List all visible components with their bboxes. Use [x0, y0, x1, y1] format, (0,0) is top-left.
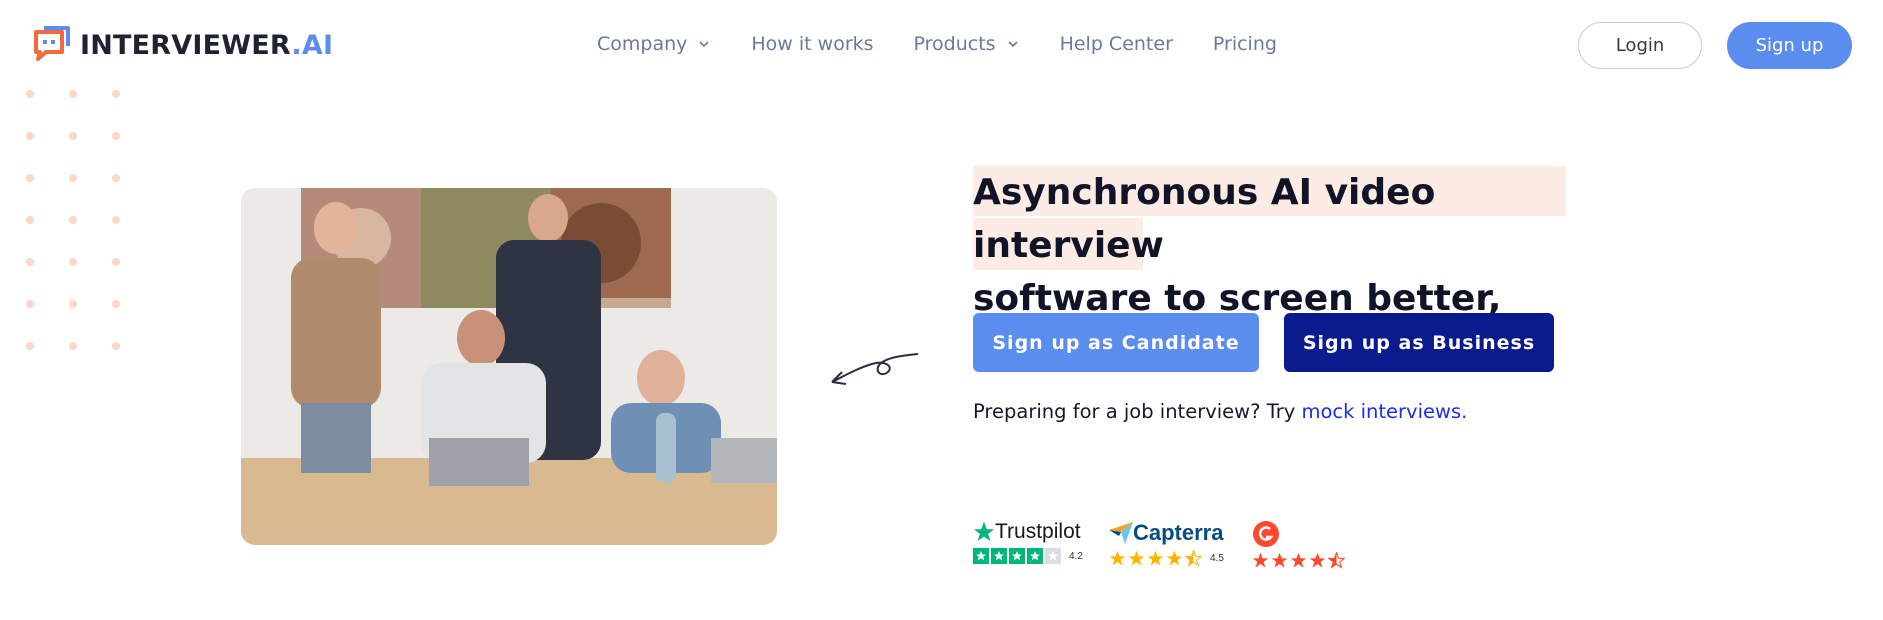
logo[interactable]: INTERVIEWER.AI [32, 26, 333, 64]
brand-name: INTERVIEWER.AI [80, 29, 334, 61]
trustpilot-score: 4.2 [1069, 550, 1083, 562]
nav-help-center[interactable]: Help Center [1060, 33, 1173, 55]
decorative-dot [69, 342, 77, 350]
decorative-dot [69, 90, 77, 98]
g2-rating[interactable] [1252, 520, 1352, 569]
decorative-dot [112, 132, 120, 140]
nav-company[interactable]: Company [597, 33, 711, 55]
capterra-rating[interactable]: Capterra 4.5 [1109, 520, 1229, 567]
g2-logo-icon [1253, 521, 1279, 547]
star-icon [1166, 550, 1183, 566]
signup-button[interactable]: Sign up [1727, 22, 1852, 69]
star-half-icon [1328, 552, 1345, 569]
decorative-dot [112, 258, 120, 266]
nav-pricing-label: Pricing [1212, 33, 1277, 55]
chevron-down-icon [1008, 41, 1018, 48]
g2-stars [1252, 552, 1352, 569]
chat-bubble-icon [32, 26, 70, 64]
decorative-dot [26, 90, 34, 98]
decorative-dot [26, 174, 34, 182]
trustpilot-stars: 4.2 [973, 548, 1085, 564]
star-icon [1252, 552, 1269, 568]
decorative-dot [112, 90, 120, 98]
decorative-dot [112, 300, 120, 308]
decorative-dot [112, 174, 120, 182]
star-icon [1009, 548, 1025, 564]
decorative-dot [69, 132, 77, 140]
nav-help-center-label: Help Center [1059, 33, 1173, 55]
star-icon [1309, 552, 1326, 568]
decorative-dot [69, 174, 77, 182]
decorative-dots [26, 90, 126, 360]
decorative-dot [26, 258, 34, 266]
star-icon [1147, 550, 1164, 566]
decorative-dot [69, 216, 77, 224]
nav-products[interactable]: Products [914, 33, 1020, 55]
nav-how-it-works[interactable]: How it works [751, 33, 873, 55]
star-half-icon [1185, 550, 1202, 567]
decorative-dot [69, 300, 77, 308]
decorative-dot [69, 258, 77, 266]
mock-interview-prompt: Preparing for a job interview? Try mock … [973, 400, 1467, 423]
login-button[interactable]: Login [1578, 22, 1702, 69]
decorative-dot [26, 342, 34, 350]
nav-products-label: Products [913, 33, 996, 55]
star-icon [991, 548, 1007, 564]
arrow-doodle-icon [831, 353, 919, 385]
nav-how-it-works-label: How it works [751, 33, 874, 55]
capterra-stars: 4.5 [1109, 550, 1229, 567]
signup-candidate-button[interactable]: Sign up as Candidate [973, 313, 1259, 372]
capterra-logo-icon [1109, 522, 1133, 544]
trustpilot-rating[interactable]: Trustpilot 4.2 [973, 520, 1085, 564]
chevron-down-icon [699, 41, 709, 48]
star-icon [1290, 552, 1307, 568]
signup-business-button[interactable]: Sign up as Business [1284, 313, 1554, 372]
nav-company-label: Company [597, 33, 688, 55]
trustpilot-name: Trustpilot [995, 520, 1081, 543]
mock-interview-text: Preparing for a job interview? Try [973, 400, 1302, 423]
decorative-dot [26, 132, 34, 140]
star-icon [973, 548, 989, 564]
mock-interviews-link[interactable]: mock interviews. [1301, 400, 1467, 423]
decorative-dot [112, 342, 120, 350]
trustpilot-star-icon [973, 521, 995, 542]
star-icon [1128, 550, 1145, 566]
headline-line-1: Asynchronous AI video interview [973, 172, 1436, 266]
decorative-dot [26, 216, 34, 224]
decorative-dot [112, 216, 120, 224]
nav-pricing[interactable]: Pricing [1213, 33, 1277, 55]
capterra-name: Capterra [1133, 520, 1224, 545]
main-nav: Company How it works Products Help Cente… [597, 33, 1317, 55]
capterra-score: 4.5 [1210, 553, 1224, 564]
star-icon [1271, 552, 1288, 568]
star-empty-icon [1045, 548, 1061, 564]
star-icon [1027, 548, 1043, 564]
team-photo [241, 188, 777, 545]
star-icon [1109, 550, 1126, 566]
decorative-dot [26, 300, 34, 308]
